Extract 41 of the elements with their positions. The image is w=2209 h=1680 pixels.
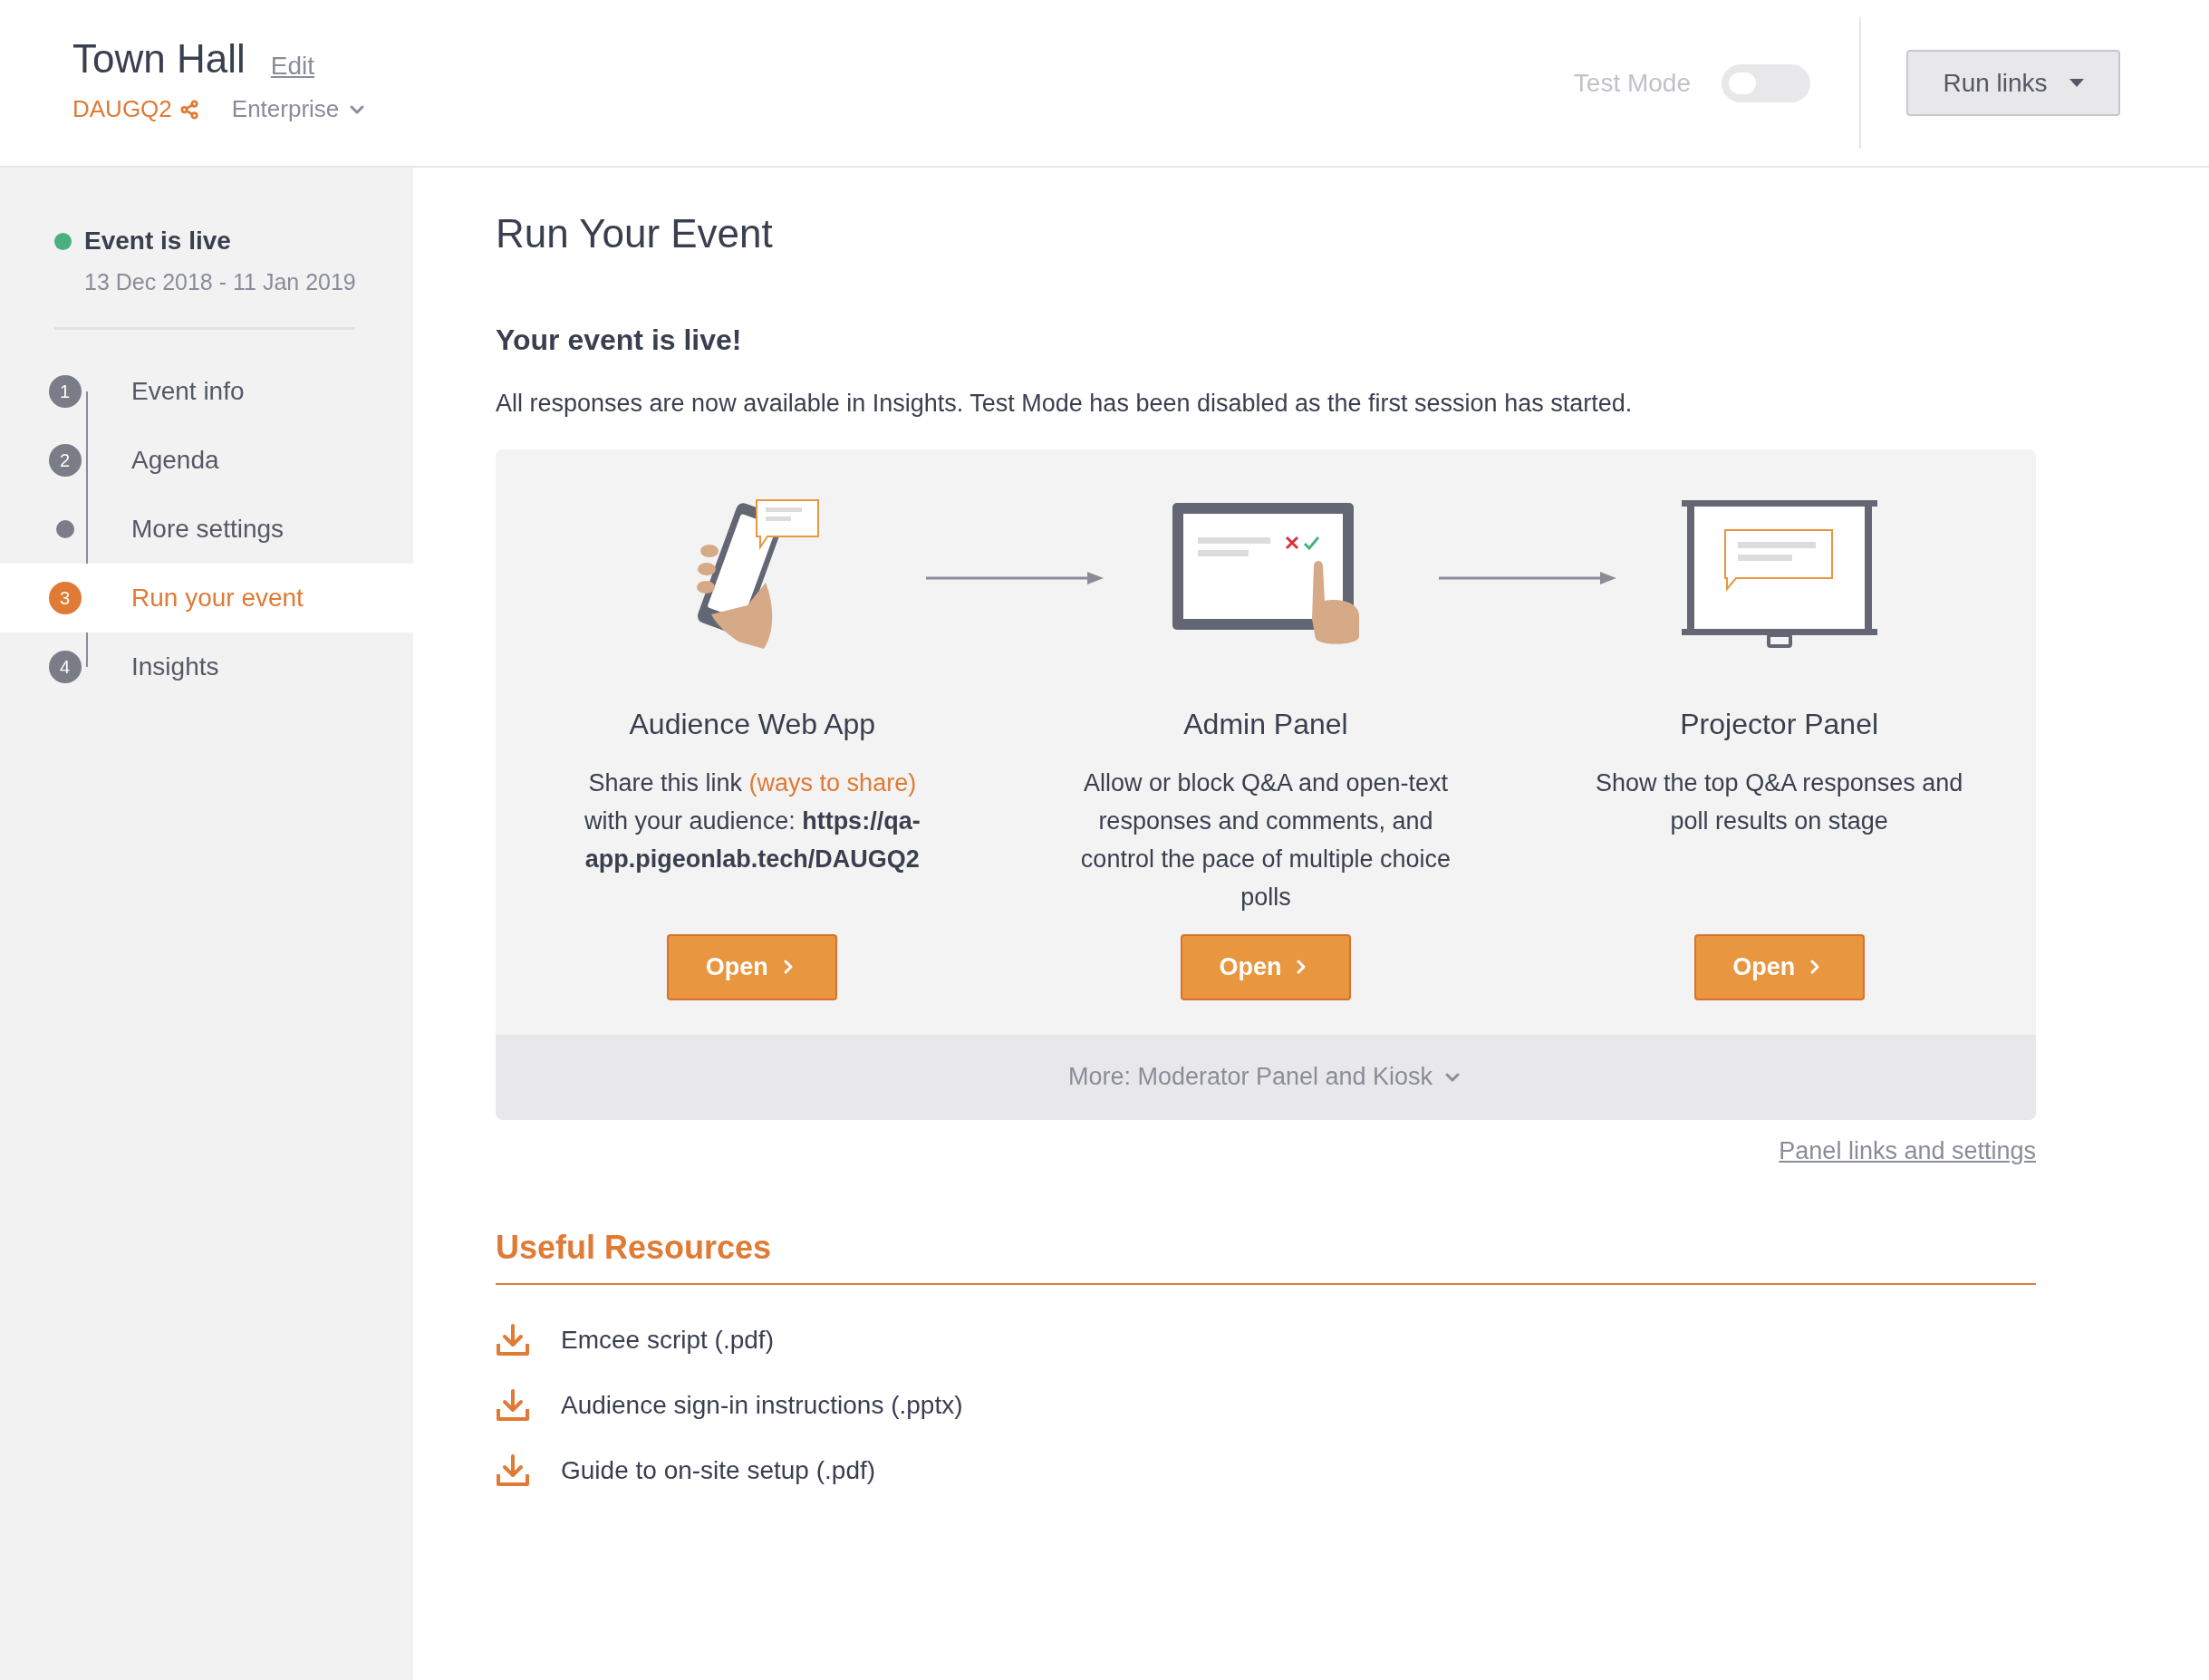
panel-description: Share this link (ways to share) with your audience: https://qa-app.pigeonlab.tech/DAUGQ2 [584, 768, 921, 874]
live-heading: Your event is live! [496, 323, 743, 358]
open-button[interactable]: Open [667, 933, 838, 1000]
step-number: 3 [48, 581, 82, 614]
step-number: 2 [48, 443, 82, 477]
resources-heading: Useful Resources [496, 1223, 2036, 1285]
open-button[interactable]: Open [1181, 933, 1351, 1000]
step-item[interactable]: 2 Agenda [0, 425, 413, 495]
panel-title: Projector Panel [1680, 706, 1879, 742]
more-panels-toggle[interactable]: More: Moderator Panel and Kiosk [496, 1034, 2036, 1120]
resource-download-link[interactable]: Emcee script (.pdf) [496, 1321, 2036, 1359]
step-item[interactable]: More settings [0, 494, 413, 564]
step-item[interactable]: 1 Event info [0, 356, 413, 426]
page-title: Run Your Event [496, 210, 774, 257]
panel-description: Allow or block Q&A and open-text responses and comments, and control the pace of multiple choice polls [1080, 768, 1452, 912]
panel-title: Admin Panel [1183, 706, 1348, 742]
test-mode-label: Test Mode [1573, 67, 1691, 99]
event-dates: 13 Dec 2018 - 11 Jan 2019 [84, 268, 357, 296]
event-title: Town Hall [72, 39, 246, 79]
step-number: 1 [48, 374, 82, 408]
download-icon [496, 1389, 530, 1422]
panel-settings-link[interactable]: Panel links and settings [1779, 1132, 2036, 1169]
step-item[interactable]: 4 Insights [0, 632, 413, 701]
resource-download-link[interactable]: Audience sign-in instructions (.pptx) [496, 1386, 2036, 1424]
download-icon [496, 1454, 530, 1487]
caret-down-icon [2069, 79, 2084, 87]
panel-title: Audience Web App [629, 706, 876, 742]
ways-to-share-link[interactable]: (ways to share) [748, 768, 917, 797]
event-code-button[interactable]: DAUGQ2 [72, 92, 199, 127]
share-icon [178, 99, 199, 120]
event-status: Event is live [84, 226, 231, 256]
run-links-button[interactable]: Run links [1906, 50, 2120, 116]
panel-description: Show the top Q&A responses and poll results on stage [1595, 768, 1964, 836]
download-icon [496, 1324, 530, 1357]
live-description: All responses are now available in Insights. Test Mode has been disabled as the first session has started. [496, 389, 1634, 419]
edit-link[interactable]: Edit [270, 53, 314, 79]
step-item[interactable]: 3 Run your event [0, 563, 413, 632]
plan-dropdown[interactable]: Enterprise [231, 92, 369, 127]
open-button[interactable]: Open [1693, 933, 1865, 1000]
resource-download-link[interactable]: Guide to on-site setup (.pdf) [496, 1452, 2036, 1490]
step-number: 4 [48, 650, 82, 683]
